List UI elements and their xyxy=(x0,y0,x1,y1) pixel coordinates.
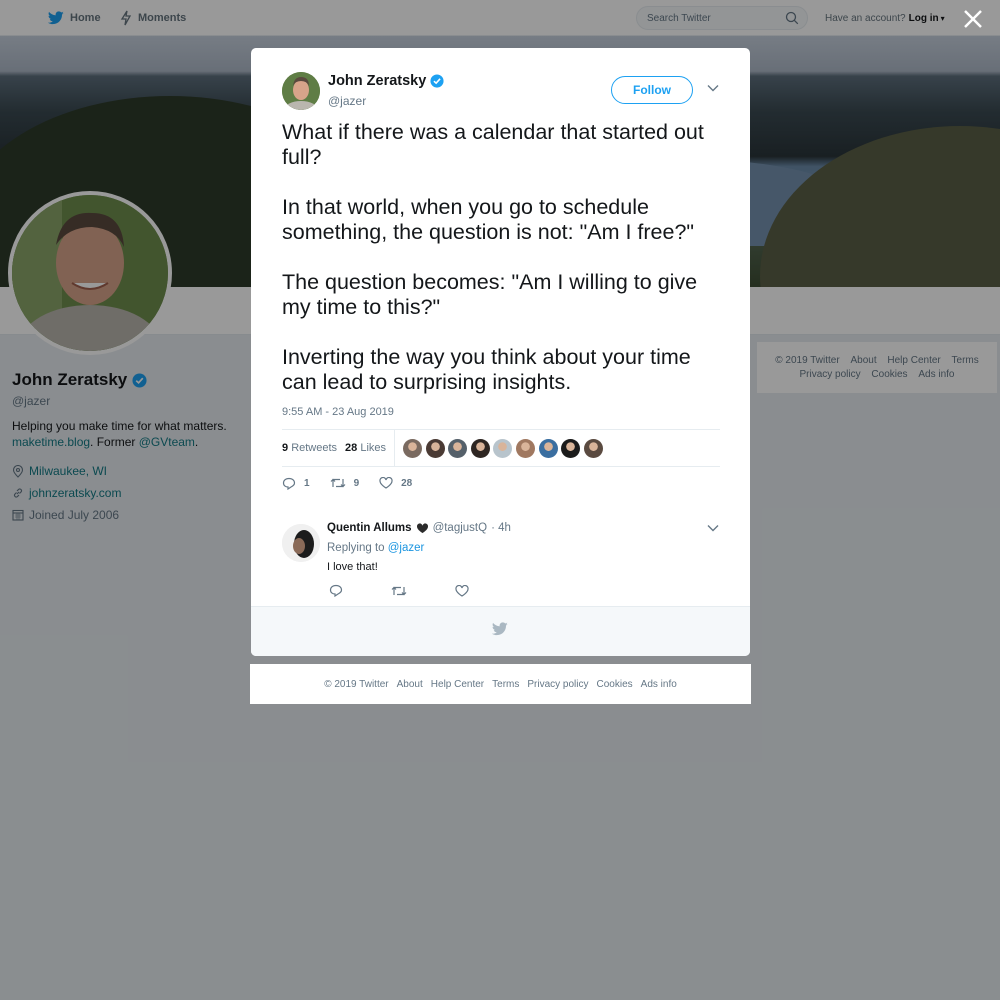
retweet-icon xyxy=(391,586,407,595)
like-action[interactable]: 28 xyxy=(379,477,412,489)
tweet-modal: John Zeratsky @jazer Follow What if ther… xyxy=(251,48,750,656)
retweets-label: Retweets xyxy=(291,442,338,454)
reply-time[interactable]: · 4h xyxy=(491,522,511,534)
retweet-action[interactable]: 9 xyxy=(330,477,360,489)
reply-author-handle[interactable]: @tagjustQ xyxy=(433,522,488,534)
liker-avatar[interactable] xyxy=(583,438,603,458)
modal-bottom-bar xyxy=(251,606,750,656)
reply-like-button[interactable] xyxy=(455,584,469,597)
tweet-timestamp[interactable]: 9:55 AM - 23 Aug 2019 xyxy=(282,406,394,418)
footer-link[interactable]: About xyxy=(397,679,423,690)
tweet-author-handle[interactable]: @jazer xyxy=(328,94,366,108)
footer-link[interactable]: Terms xyxy=(492,679,519,690)
likes-stat[interactable]: 28 Likes xyxy=(345,442,386,454)
reply-actions xyxy=(329,584,517,597)
footer-link[interactable]: Cookies xyxy=(597,679,633,690)
tweet-paragraph: What if there was a calendar that starte… xyxy=(282,120,704,169)
liker-avatar[interactable] xyxy=(470,438,490,458)
likes-count: 28 xyxy=(345,442,358,454)
twitter-bird-icon xyxy=(492,622,508,636)
close-icon[interactable] xyxy=(962,8,984,30)
reply-action[interactable]: 1 xyxy=(282,477,310,490)
author-avatar[interactable] xyxy=(282,72,320,110)
liker-avatar[interactable] xyxy=(493,438,513,458)
stats-divider xyxy=(394,430,396,466)
reply-icon xyxy=(282,477,296,490)
retweet-count: 9 xyxy=(353,477,360,489)
reply-reply-button[interactable] xyxy=(329,584,343,597)
retweets-count: 9 xyxy=(282,442,289,454)
tweet-paragraph: Inverting the way you think about your t… xyxy=(282,345,691,394)
footer-link[interactable]: Help Center xyxy=(431,679,484,690)
modal-footer: © 2019 Twitter About Help Center Terms P… xyxy=(250,664,751,704)
reply-author-photo xyxy=(282,524,320,562)
verified-badge-icon xyxy=(430,74,444,88)
heart-icon xyxy=(379,477,393,489)
reply-text: I love that! xyxy=(327,561,378,573)
liker-avatar[interactable] xyxy=(448,438,468,458)
likes-label: Likes xyxy=(360,442,387,454)
chevron-down-icon[interactable] xyxy=(707,524,719,532)
liker-avatar[interactable] xyxy=(516,438,536,458)
follow-button[interactable]: Follow xyxy=(611,76,693,104)
replying-to: Replying to @jazer xyxy=(327,542,424,554)
reply-header: Quentin Allums @tagjustQ · 4h xyxy=(327,522,511,534)
heart-icon xyxy=(455,584,469,597)
reply-author-avatar[interactable] xyxy=(282,524,320,562)
footer-link[interactable]: Ads info xyxy=(641,679,677,690)
liker-avatar[interactable] xyxy=(561,438,581,458)
tweet-text: What if there was a calendar that starte… xyxy=(282,120,722,420)
tweet-stats: 9 Retweets 28 Likes xyxy=(282,429,720,467)
chevron-down-icon[interactable] xyxy=(707,84,719,92)
tweet-paragraph: The question becomes: "Am I willing to g… xyxy=(282,270,698,319)
replying-to-handle[interactable]: @jazer xyxy=(388,542,425,554)
replying-prefix: Replying to xyxy=(327,542,385,554)
reply-icon xyxy=(329,584,343,597)
footer-link[interactable]: © 2019 Twitter xyxy=(324,679,388,690)
liker-avatar[interactable] xyxy=(425,438,445,458)
black-heart-icon xyxy=(416,522,428,533)
retweet-icon xyxy=(330,478,345,488)
likers-avatars xyxy=(403,438,606,458)
liker-avatar[interactable] xyxy=(403,438,423,458)
reply-count: 1 xyxy=(304,477,310,489)
tweet-author-name[interactable]: John Zeratsky xyxy=(328,73,426,89)
tweet-paragraph: In that world, when you go to schedule s… xyxy=(282,195,695,244)
tweet-actions: 1 9 28 xyxy=(282,474,432,492)
retweets-stat[interactable]: 9 Retweets xyxy=(282,442,337,454)
liker-avatar[interactable] xyxy=(538,438,558,458)
author-photo xyxy=(282,72,320,110)
reply-retweet-button[interactable] xyxy=(391,585,407,597)
reply-author-name[interactable]: Quentin Allums xyxy=(327,522,412,534)
footer-link[interactable]: Privacy policy xyxy=(527,679,588,690)
tweet-author-name-row: John Zeratsky xyxy=(328,73,444,89)
like-count: 28 xyxy=(401,477,413,489)
